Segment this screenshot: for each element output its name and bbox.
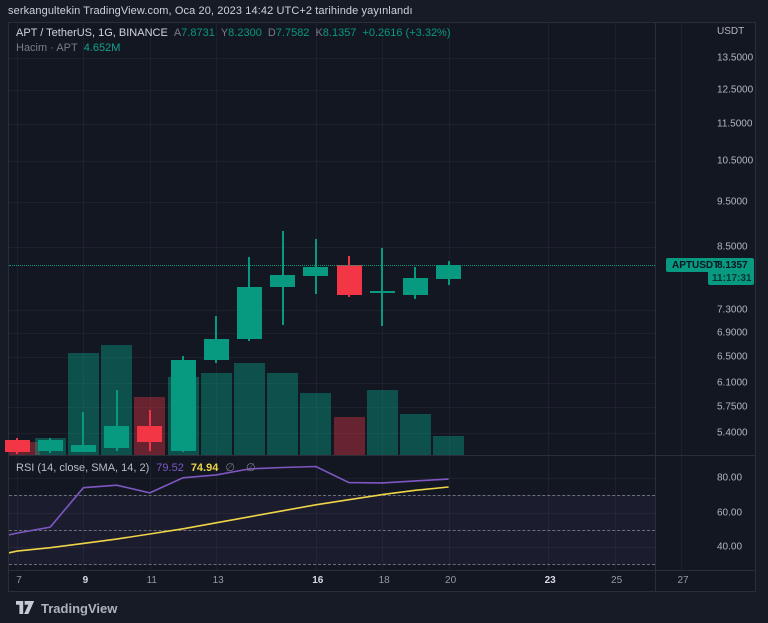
- tradingview-logo-link[interactable]: TradingView: [16, 598, 117, 618]
- price-grid-line: [9, 202, 655, 203]
- candle-body: [370, 291, 395, 293]
- candle-body: [71, 445, 96, 452]
- candle-body: [436, 265, 461, 278]
- symbol-legend[interactable]: APT / TetherUS, 1G, BINANCEA7.8731Y8.230…: [16, 27, 451, 39]
- volume-legend[interactable]: Hacim · APT 4.652M: [16, 42, 120, 54]
- candle-body: [337, 265, 362, 295]
- last-price-line: [9, 265, 655, 266]
- candle-body: [38, 440, 63, 451]
- volume-bar: [334, 417, 365, 455]
- time-axis[interactable]: [8, 570, 756, 592]
- rsi-legend[interactable]: RSI (14, close, SMA, 14, 2) 79.52 74.94 ∅ ∅: [16, 461, 260, 474]
- ohlc-value: 8.1357: [323, 27, 357, 39]
- symbol-title: APT / TetherUS, 1G, BINANCE: [16, 27, 168, 39]
- volume-label: Hacim · APT: [16, 42, 78, 54]
- price-grid-line: [9, 247, 655, 248]
- change-value: +0.2616 (+3.32%): [362, 27, 450, 39]
- time-grid-line: [316, 23, 317, 570]
- rsi-level-line: [9, 530, 655, 531]
- price-grid-line: [9, 333, 655, 334]
- candle-body: [5, 440, 30, 452]
- price-grid-line: [9, 58, 655, 59]
- candle-body: [104, 426, 129, 448]
- candle-body: [237, 287, 262, 340]
- time-grid-line: [83, 23, 84, 570]
- price-grid-line: [9, 161, 655, 162]
- tradingview-icon: [16, 600, 35, 616]
- rsi-value: 79.52: [156, 462, 184, 474]
- candle-body: [403, 278, 428, 294]
- published-bar: serkangultekin TradingView.com, Oca 20, …: [0, 0, 768, 22]
- time-grid-line: [615, 23, 616, 570]
- published-text: serkangultekin TradingView.com, Oca 20, …: [8, 5, 413, 17]
- tradingview-wordmark: TradingView: [41, 601, 117, 616]
- time-grid-line: [548, 23, 549, 570]
- volume-bar: [367, 390, 398, 455]
- ohlc-value: 7.7582: [276, 27, 310, 39]
- rsi-level-line: [9, 495, 655, 496]
- price-grid-line: [9, 124, 655, 125]
- volume-bar: [300, 393, 331, 455]
- bar-countdown: 11:17:31: [708, 272, 754, 285]
- volume-value: 4.652M: [84, 42, 121, 54]
- candle-body: [270, 275, 295, 287]
- time-grid-line: [216, 23, 217, 570]
- ohlc-values: A7.8731Y8.2300D7.7582K8.1357: [168, 27, 357, 39]
- volume-bar: [433, 436, 464, 455]
- rsi-ma-value: 74.94: [191, 462, 219, 474]
- ohlc-value: 7.8731: [181, 27, 215, 39]
- candle-wick: [381, 248, 383, 325]
- volume-bar: [400, 414, 431, 455]
- candle-body: [303, 267, 328, 277]
- time-grid-line: [17, 23, 18, 570]
- candle-body: [137, 426, 162, 442]
- last-price-value: 8.1357: [717, 260, 748, 271]
- time-grid-line: [449, 23, 450, 570]
- ohlc-key: D: [268, 27, 276, 39]
- ohlc-key: K: [315, 27, 322, 39]
- rsi-grid-line: [9, 478, 655, 479]
- volume-bar: [267, 373, 298, 455]
- candle-body: [171, 360, 196, 451]
- rsi-grid-line: [9, 547, 655, 548]
- rsi-level-line: [9, 564, 655, 565]
- price-axis[interactable]: [656, 22, 756, 570]
- volume-bar: [201, 373, 232, 455]
- rsi-grid-line: [9, 513, 655, 514]
- bar-countdown-value: 11:17:31: [712, 273, 751, 284]
- candle-body: [204, 339, 229, 359]
- last-price-tag[interactable]: APTUSDT 8.1357: [666, 258, 754, 272]
- rsi-title: RSI (14, close, SMA, 14, 2): [16, 462, 149, 474]
- pane-separator[interactable]: [8, 455, 756, 456]
- volume-bar: [234, 363, 265, 455]
- last-price-symbol: APTUSDT: [672, 260, 719, 271]
- price-grid-line: [9, 310, 655, 311]
- tradingview-snapshot: serkangultekin TradingView.com, Oca 20, …: [0, 0, 768, 623]
- price-grid-line: [9, 90, 655, 91]
- time-grid-line: [150, 23, 151, 570]
- ohlc-value: 8.2300: [228, 27, 262, 39]
- rsi-ghost-values: ∅ ∅: [225, 462, 259, 474]
